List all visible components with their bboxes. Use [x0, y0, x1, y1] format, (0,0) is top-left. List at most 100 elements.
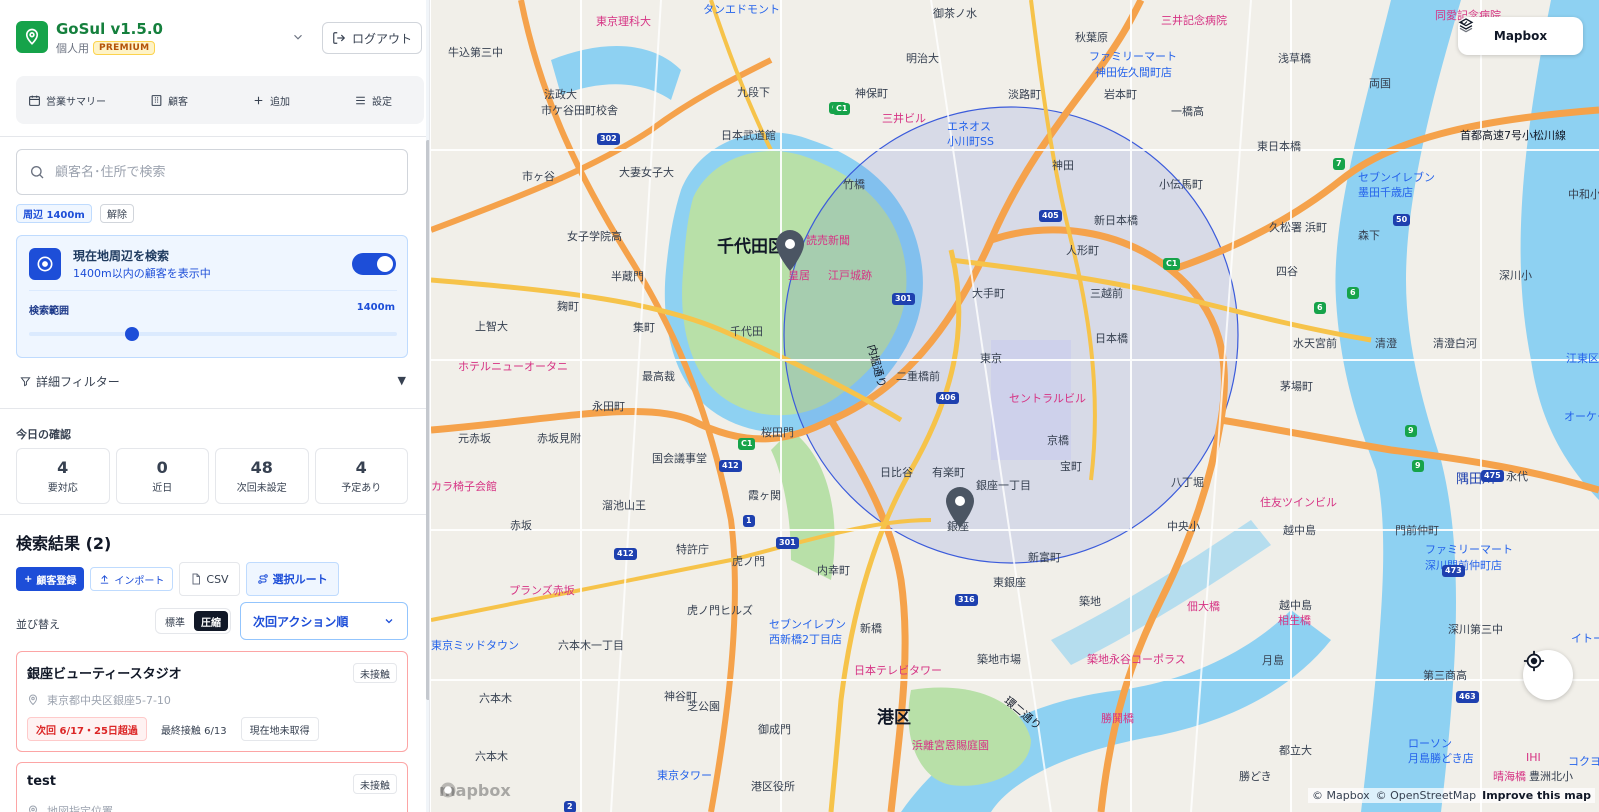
import-button[interactable]: インポート [90, 567, 174, 591]
stat-value: 4 [355, 458, 367, 477]
map-place-label: 築地市場 [977, 653, 1021, 666]
locate-me-button[interactable] [1523, 650, 1573, 700]
sidebar-scrollbar[interactable] [426, 0, 429, 812]
stat-card-scheduled[interactable]: 4 予定あり [314, 448, 408, 504]
map-place-label: 越中島 [1283, 524, 1316, 537]
logout-button[interactable]: ログアウト [322, 22, 422, 54]
stat-label: 予定あり [341, 483, 382, 494]
next-action-tag: 次回 6/17・25日超過 [27, 717, 147, 741]
route-shield: 412 [614, 548, 637, 560]
customer-card[interactable]: test 未接触 地図指定位置 [16, 762, 408, 812]
stat-card-unscheduled[interactable]: 48 次回未設定 [215, 448, 309, 504]
map-place-label: 森下 [1358, 229, 1380, 242]
route-shield: 412 [719, 460, 742, 472]
nav-item-settings[interactable]: 設定 [322, 76, 424, 124]
route-shield: 475 [1481, 470, 1504, 482]
stat-card-action-needed[interactable]: 4 要対応 [16, 448, 110, 504]
nav-item-summary[interactable]: 営業サマリー [16, 76, 118, 124]
range-slider-track[interactable] [29, 332, 397, 336]
csv-button[interactable]: CSV [179, 562, 240, 596]
map-place-label: 九段下 [737, 86, 770, 99]
map-place-label: イトーヨ [1571, 632, 1599, 645]
last-contact-tag: 最終接触 6/13 [160, 725, 227, 737]
route-shield: 6 [1347, 287, 1359, 299]
map-place-label: 深川小 [1499, 269, 1532, 282]
map-place-label: 東日本橋 [1257, 140, 1301, 153]
map-place-label: 日本武道館 [721, 129, 776, 142]
map-place-label: 三井記念病院 [1161, 14, 1227, 27]
range-chip: 周辺 1400m [16, 204, 92, 223]
nearby-search-panel: 現在地周辺を検索 1400m以内の顧客を表示中 検索範囲 1400m [16, 235, 408, 358]
map-place-label: プランズ赤坂 [509, 584, 575, 597]
attribution-osm[interactable]: © OpenStreetMap [1376, 789, 1477, 802]
map-place-label: ファミリーマート [1425, 543, 1513, 556]
map-place-label: 東銀座 [993, 576, 1026, 589]
stat-card-upcoming[interactable]: 0 近日 [115, 448, 209, 504]
map-place-label: 霞ヶ関 [748, 489, 781, 502]
map-place-label: 赤坂見附 [537, 432, 581, 445]
register-customer-button[interactable]: + 顧客登録 [16, 567, 85, 591]
map-place-label: 秋葉原 [1075, 31, 1108, 44]
caret-down-icon: ▼ [397, 374, 406, 387]
map-place-label: 新日本橋 [1094, 214, 1138, 227]
plus-icon: + [24, 573, 33, 585]
sort-label: 並び替え [16, 618, 60, 631]
map-place-label: 六本木 [475, 750, 508, 763]
density-compact-option[interactable]: 圧縮 [194, 611, 228, 631]
map-place-label: ホテルニューオータニ [458, 360, 568, 373]
stat-label: 要対応 [47, 483, 78, 494]
clear-range-button[interactable]: 解除 [100, 204, 134, 223]
map-view[interactable]: 東京理科大 タンエドモント 御茶ノ水 三井記念病院 同愛記念病院 牛込第三中 明治大 秋葉原フ… [431, 0, 1599, 812]
route-shield: 406 [936, 392, 959, 404]
route-icon [257, 574, 268, 584]
route-shield: 9 [1412, 460, 1424, 472]
map-place-label: 国会議事堂 [652, 452, 707, 465]
filter-label: 詳細フィルター [36, 374, 120, 389]
search-input[interactable] [55, 164, 375, 180]
chevron-down-icon [385, 619, 393, 624]
map-place-label: 京橋 [1047, 434, 1069, 447]
logout-icon [333, 32, 346, 44]
customer-card[interactable]: 銀座ビューティースタジオ 未接触 東京都中央区銀座5-7-10 次回 6/17・… [16, 651, 408, 752]
nav-item-customers[interactable]: 顧客 [118, 76, 220, 124]
nearby-toggle[interactable] [352, 253, 396, 275]
map-place-label: 上智大 [475, 320, 508, 333]
map-place-label: 読売新聞 [806, 234, 850, 247]
map-place-label: 宝町 [1060, 460, 1082, 473]
map-place-label: 法政大 [544, 88, 577, 101]
map-place-label: IHI [1526, 751, 1541, 764]
map-place-label: 勝鬨橋 [1101, 712, 1134, 725]
nav-item-add[interactable]: 追加 [220, 76, 322, 124]
map-style-label: Mapbox [1493, 29, 1548, 43]
map-place-label: 御茶ノ水 [933, 7, 977, 20]
advanced-filter-toggle[interactable]: 詳細フィルター ▼ [20, 372, 408, 390]
selected-route-button[interactable]: 選択ルート [245, 562, 339, 596]
map-place-label: 東京 [980, 352, 1002, 365]
map-attribution: © Mapbox © OpenStreetMap Improve this ma… [1308, 788, 1595, 803]
stat-label: 近日 [152, 483, 173, 494]
address-text: 東京都中央区銀座5-7-10 [47, 694, 171, 707]
scrollbar-thumb[interactable] [426, 140, 429, 700]
map-place-label: 一橋高 [1171, 105, 1204, 118]
map-place-label: 晴海橋 [1493, 770, 1526, 783]
nearby-icon-box [29, 248, 61, 280]
map-place-label: 永田町 [592, 400, 625, 413]
crosshair-icon [1523, 650, 1545, 672]
toggle-knob [377, 256, 393, 272]
chevron-down-icon[interactable] [291, 30, 305, 44]
map-style-button[interactable]: Mapbox [1458, 17, 1583, 55]
customer-pin[interactable] [773, 228, 807, 272]
mapbox-logo[interactable]: mapbox [439, 781, 511, 800]
customer-pin[interactable] [943, 485, 977, 529]
map-place-label: 三越前 [1090, 287, 1123, 300]
map-place-label: 牛込第三中 [448, 46, 503, 59]
map-place-label: 東京タワー [657, 769, 712, 782]
attribution-mapbox[interactable]: © Mapbox [1312, 789, 1370, 802]
map-place-label: 水天宮前 [1293, 337, 1337, 350]
sidebar: GoSul v1.5.0 個人用 PREMIUM ログアウト 営業サマリー 顧客… [0, 0, 430, 812]
density-standard-option[interactable]: 標準 [158, 611, 192, 631]
improve-map-link[interactable]: Improve this map [1482, 789, 1591, 802]
upload-icon [101, 574, 109, 584]
sort-select[interactable]: 次回アクション順 [240, 602, 408, 640]
range-slider-thumb[interactable] [125, 327, 140, 341]
